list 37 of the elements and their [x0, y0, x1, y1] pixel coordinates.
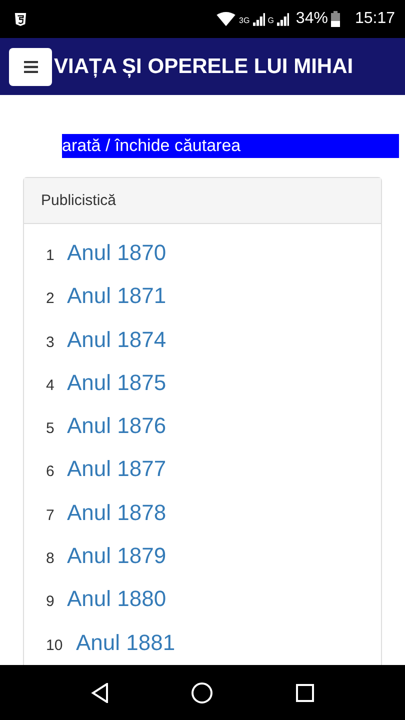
year-link[interactable]: Anul 1877 [67, 456, 166, 482]
recents-icon[interactable] [296, 684, 314, 702]
wifi-icon [216, 12, 236, 26]
year-link[interactable]: Anul 1876 [67, 413, 166, 440]
year-link[interactable]: Anul 1871 [67, 283, 166, 310]
home-icon[interactable] [191, 682, 214, 704]
battery-icon [330, 11, 340, 27]
list-number: 6 [46, 463, 56, 480]
year-link[interactable]: Anul 1875 [67, 370, 166, 396]
list-number: 10 [46, 636, 64, 654]
search-toggle-link[interactable]: arată / închide căutarea [62, 134, 399, 158]
year-link[interactable]: Anul 1880 [67, 586, 166, 612]
battery-percent: 34% [296, 10, 328, 28]
year-link[interactable]: Anul 1881 [76, 630, 176, 656]
list-number: 8 [46, 550, 56, 568]
panel-title: Publicistică [24, 178, 381, 224]
list-number: 3 [46, 334, 56, 351]
clock: 15:17 [354, 10, 395, 28]
list-number: 1 [46, 247, 56, 264]
list-number: 9 [46, 593, 56, 610]
menu-icon [24, 60, 38, 72]
network-type: G [268, 16, 274, 25]
list-number: 4 [46, 376, 56, 394]
menu-button[interactable] [9, 48, 52, 86]
list-number: 5 [46, 420, 56, 438]
year-link[interactable]: Anul 1870 [67, 240, 166, 266]
back-icon[interactable] [91, 682, 110, 702]
signal-icon [252, 12, 265, 26]
signal-icon [276, 12, 289, 26]
network-type: 3G [239, 16, 250, 25]
page-title: VIAȚA ȘI OPERELE LUI MIHAI [54, 54, 354, 78]
list-number: 7 [46, 506, 56, 524]
year-link[interactable]: Anul 1878 [67, 500, 166, 526]
year-link[interactable]: Anul 1879 [67, 543, 166, 570]
html5-icon [14, 12, 27, 26]
list-number: 2 [46, 290, 56, 308]
year-link[interactable]: Anul 1874 [67, 326, 166, 353]
